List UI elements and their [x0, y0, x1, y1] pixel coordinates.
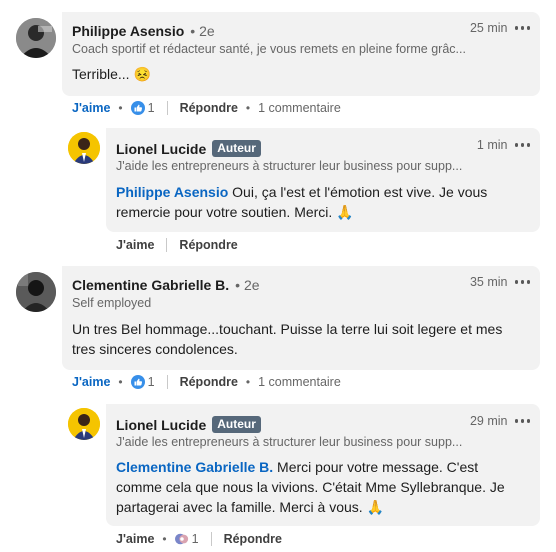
- like-button[interactable]: J'aime: [72, 101, 110, 115]
- reply-button[interactable]: Répondre: [180, 101, 238, 115]
- separator-dot: •: [118, 375, 123, 389]
- degree-value: 2e: [243, 277, 260, 293]
- comment-bubble: Philippe Asensio • 2e Coach sportif et r…: [62, 12, 540, 96]
- avatar[interactable]: [68, 132, 100, 164]
- reply-button[interactable]: Répondre: [179, 238, 237, 252]
- avatar[interactable]: [16, 272, 56, 312]
- time-value: 29 min: [469, 414, 508, 428]
- author-name[interactable]: Clementine Gabrielle B.: [72, 277, 229, 293]
- mention-link[interactable]: Clementine Gabrielle B.: [116, 459, 273, 475]
- avatar-photo-icon: [68, 132, 100, 164]
- author-badge: Auteur: [212, 140, 261, 157]
- avatar-photo-icon: [16, 18, 56, 58]
- avatar[interactable]: [16, 18, 56, 58]
- reply-button[interactable]: Répondre: [224, 532, 282, 546]
- comment-time: 35 min: [470, 275, 530, 289]
- avatar-photo-icon: [68, 408, 100, 440]
- reply-bubble: Lionel Lucide Auteur J'aide les entrepre…: [106, 128, 540, 232]
- author-name[interactable]: Lionel Lucide: [116, 417, 206, 433]
- author-headline: Self employed: [72, 296, 152, 310]
- avatar-photo-icon: [16, 272, 56, 312]
- reply-text: Clementine Gabrielle B. Merci pour votre…: [116, 457, 521, 517]
- author-headline: J'aide les entrepreneurs à structurer le…: [116, 159, 463, 173]
- author-badge: Auteur: [212, 416, 261, 433]
- more-options-icon[interactable]: [514, 280, 530, 284]
- time-value: 1 min: [476, 138, 508, 152]
- like-button[interactable]: J'aime: [72, 375, 110, 389]
- author-headline: J'aide les entrepreneurs à structurer le…: [116, 435, 463, 449]
- action-divider: [166, 101, 168, 115]
- more-options-icon[interactable]: [514, 143, 530, 147]
- action-divider: [166, 238, 168, 252]
- reaction-count[interactable]: 1: [192, 532, 199, 546]
- like-reaction-icon[interactable]: [130, 375, 145, 389]
- like-reaction-icon[interactable]: [130, 101, 145, 115]
- separator-dot: •: [245, 101, 251, 115]
- action-divider: [210, 532, 212, 546]
- reaction-count[interactable]: 1: [148, 375, 155, 389]
- comment-actions: J'aime • 1 Répondre • 1 commentaire: [72, 101, 341, 115]
- comment-text: Un tres Bel hommage...touchant. Puisse l…: [72, 321, 503, 357]
- author-name[interactable]: Lionel Lucide: [116, 141, 206, 157]
- reply-actions: J'aime Répondre: [116, 238, 238, 252]
- connection-degree: • 2e: [190, 23, 215, 39]
- time-value: 35 min: [469, 275, 508, 289]
- separator-dot: •: [162, 532, 167, 546]
- multi-reaction-icon[interactable]: [174, 532, 189, 546]
- comment-bubble: Clementine Gabrielle B. • 2e Self employ…: [62, 266, 540, 370]
- separator-dot: •: [245, 375, 251, 389]
- time-value: 25 min: [469, 21, 508, 35]
- comment-text: Terrible... 😣: [72, 66, 151, 82]
- reply-actions: J'aime • 1 Répondre: [116, 532, 282, 546]
- like-button[interactable]: J'aime: [116, 238, 154, 252]
- more-options-icon[interactable]: [514, 26, 530, 30]
- mention-link[interactable]: Philippe Asensio: [116, 184, 228, 200]
- reply-bubble: Lionel Lucide Auteur J'aide les entrepre…: [106, 404, 540, 526]
- comment-time: 29 min: [470, 414, 530, 428]
- comment-time: 1 min: [477, 138, 530, 152]
- comment-philippe: Philippe Asensio • 2e Coach sportif et r…: [0, 0, 556, 252]
- author-name[interactable]: Philippe Asensio: [72, 23, 184, 39]
- more-options-icon[interactable]: [514, 419, 530, 423]
- separator-dot: •: [118, 101, 123, 115]
- avatar[interactable]: [68, 408, 100, 440]
- comment-clementine: Clementine Gabrielle B. • 2e Self employ…: [0, 262, 556, 552]
- reaction-count[interactable]: 1: [148, 101, 155, 115]
- replies-count[interactable]: 1 commentaire: [258, 375, 341, 389]
- comment-time: 25 min: [470, 21, 530, 35]
- reply-text: Philippe Asensio Oui, ça l'est et l'émot…: [116, 182, 521, 222]
- like-button[interactable]: J'aime: [116, 532, 154, 546]
- comment-actions: J'aime • 1 Répondre • 1 commentaire: [72, 375, 341, 389]
- author-headline: Coach sportif et rédacteur santé, je vou…: [72, 42, 466, 56]
- degree-value: 2e: [199, 23, 215, 39]
- action-divider: [166, 375, 168, 389]
- reply-button[interactable]: Répondre: [180, 375, 238, 389]
- replies-count[interactable]: 1 commentaire: [258, 101, 341, 115]
- connection-degree: • 2e: [235, 277, 260, 293]
